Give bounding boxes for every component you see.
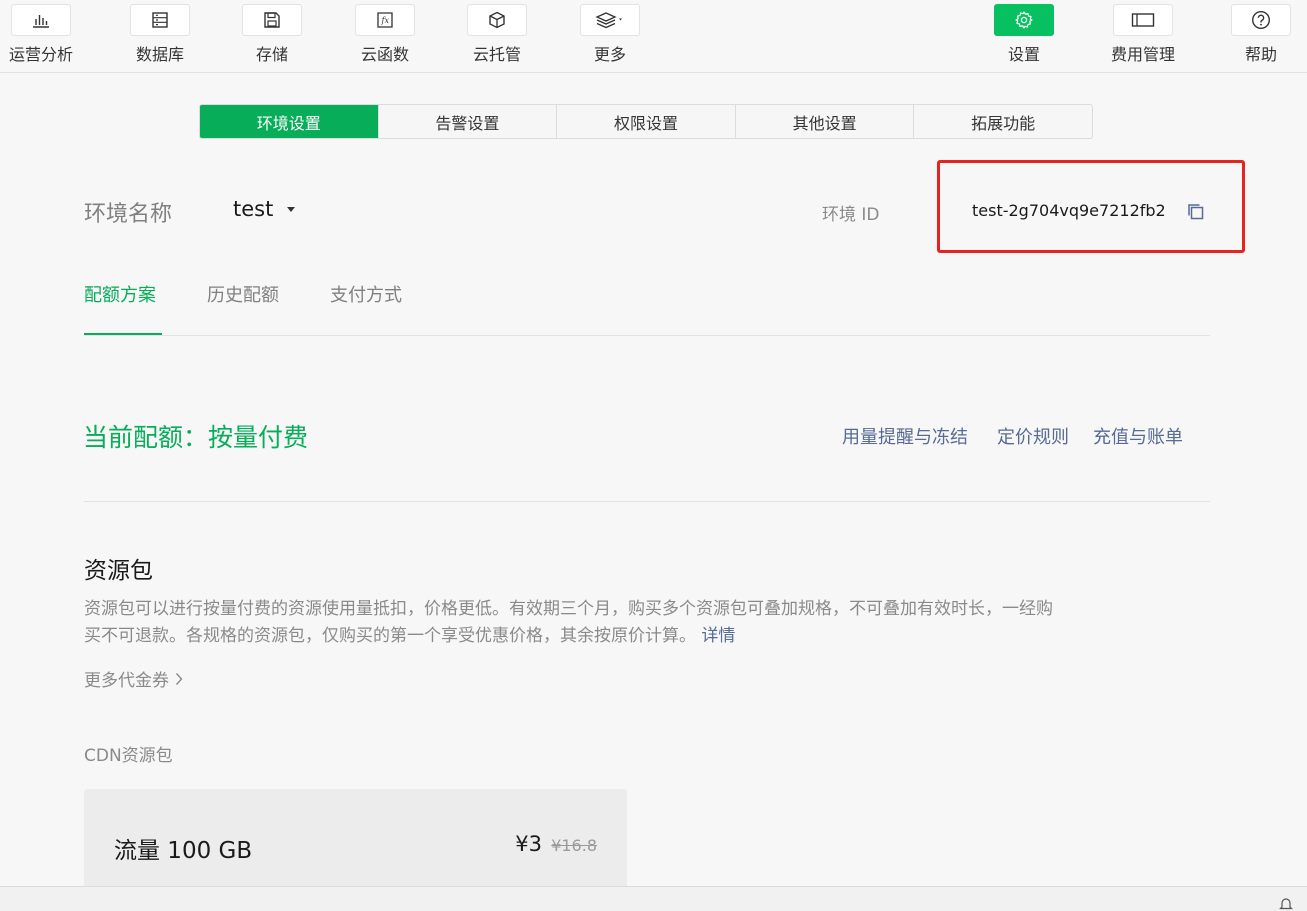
resource-pack-title: 资源包 — [84, 558, 153, 584]
more-coupons-link[interactable]: 更多代金券 — [84, 666, 183, 691]
toolbar-label: 存储 — [255, 45, 288, 64]
resource-pack-description: 资源包可以进行按量付费的资源使用量抵扣，价格更低。有效期三个月，购买多个资源包可… — [84, 596, 1209, 650]
toolbar-label: 帮助 — [1244, 45, 1277, 64]
copy-icon[interactable] — [1187, 203, 1205, 221]
tab-env-settings[interactable]: 环境设置 — [200, 105, 378, 138]
box-icon — [489, 11, 505, 29]
toolbar-label: 更多 — [593, 45, 626, 64]
gear-icon — [1015, 11, 1033, 29]
toolbar-label: 运营分析 — [8, 45, 73, 64]
svg-text:fx: fx — [381, 16, 390, 25]
storage-button[interactable] — [242, 4, 302, 36]
wallet-icon — [1131, 13, 1155, 27]
details-link[interactable]: 详情 — [701, 626, 735, 646]
toolbar-label: 云函数 — [360, 45, 409, 64]
toolbar-item-help[interactable]: 帮助 — [1216, 0, 1306, 70]
toolbar-label: 费用管理 — [1110, 45, 1175, 64]
subtab-quota-plan[interactable]: 配额方案 — [84, 281, 156, 307]
billing-button[interactable] — [1113, 4, 1173, 36]
save-icon — [264, 12, 280, 28]
toolbar-item-cloud-hosting[interactable]: 云托管 — [452, 0, 542, 70]
toolbar-item-analytics[interactable]: 运营分析 — [0, 0, 86, 70]
description-line-1: 资源包可以进行按量付费的资源使用量抵扣，价格更低。有效期三个月，购买多个资源包可… — [84, 599, 1053, 619]
pack-name: 流量 100 GB — [114, 838, 253, 864]
pack-original-price: ¥16.8 — [551, 836, 597, 855]
bar-chart-icon — [33, 15, 49, 28]
toolbar-item-storage[interactable]: 存储 — [227, 0, 317, 70]
quota-divider — [84, 501, 1210, 502]
caret-down-icon — [287, 206, 296, 212]
subtab-quota-history[interactable]: 历史配额 — [207, 281, 279, 307]
bell-icon[interactable] — [1279, 896, 1293, 911]
toolbar-label: 数据库 — [135, 45, 184, 64]
layers-icon — [595, 12, 622, 29]
pricing-rules-link[interactable]: 定价规则 — [997, 423, 1069, 449]
database-button[interactable] — [130, 4, 190, 36]
toolbar-item-cloud-function[interactable]: fx 云函数 — [340, 0, 430, 70]
cloud-function-button[interactable]: fx — [355, 4, 415, 36]
more-coupons-label: 更多代金券 — [84, 671, 169, 691]
toolbar-label: 云托管 — [472, 45, 521, 64]
tab-extensions[interactable]: 拓展功能 — [913, 105, 1092, 138]
env-id-value: test-2g704vq9e7212fb2 — [972, 201, 1166, 220]
subtab-payment-method[interactable]: 支付方式 — [330, 281, 402, 307]
toolbar-item-billing[interactable]: 费用管理 — [1098, 0, 1188, 70]
current-quota-title: 当前配额：按量付费 — [83, 423, 309, 452]
tab-other-settings[interactable]: 其他设置 — [734, 105, 914, 138]
database-icon — [152, 12, 168, 28]
pack-price: ¥3 — [515, 832, 542, 856]
toolbar-item-database[interactable]: 数据库 — [115, 0, 205, 70]
env-select-value: test — [233, 197, 274, 221]
settings-button[interactable] — [994, 4, 1054, 36]
analytics-button[interactable] — [11, 4, 71, 36]
subtab-active-underline — [84, 333, 162, 335]
toolbar-item-more[interactable]: 更多 — [565, 0, 655, 70]
help-icon — [1251, 10, 1271, 30]
subtab-divider — [84, 335, 1210, 336]
settings-tabs: 环境设置 告警设置 权限设置 其他设置 拓展功能 — [199, 104, 1093, 139]
cloud-hosting-button[interactable] — [467, 4, 527, 36]
function-icon: fx — [377, 12, 393, 28]
toolbar-label: 设置 — [1007, 45, 1040, 64]
bottom-status-strip — [0, 886, 1307, 911]
toolbar-item-settings[interactable]: 设置 — [979, 0, 1069, 70]
env-select[interactable]: test — [233, 197, 296, 221]
tab-alert-settings[interactable]: 告警设置 — [377, 105, 557, 138]
recharge-bill-link[interactable]: 充值与账单 — [1093, 423, 1183, 449]
chevron-right-icon — [175, 672, 183, 685]
top-toolbar: 运营分析 数据库 存储 fx 云函数 云托管 更多 设置 费用管理 帮助 — [0, 0, 1307, 73]
env-name-label: 环境名称 — [84, 202, 173, 227]
more-button[interactable] — [580, 4, 640, 36]
cdn-pack-card[interactable]: 流量 100 GB ¥3 ¥16.8 — [84, 789, 627, 889]
usage-alert-link[interactable]: 用量提醒与冻结 — [842, 423, 968, 449]
cdn-pack-label: CDN资源包 — [84, 746, 173, 766]
help-button[interactable] — [1231, 4, 1291, 36]
description-line-2: 买不可退款。各规格的资源包，仅购买的第一个享受优惠价格，其余按原价计算。 — [84, 626, 696, 646]
tab-permission-settings[interactable]: 权限设置 — [556, 105, 735, 138]
env-id-label: 环境 ID — [822, 205, 880, 225]
